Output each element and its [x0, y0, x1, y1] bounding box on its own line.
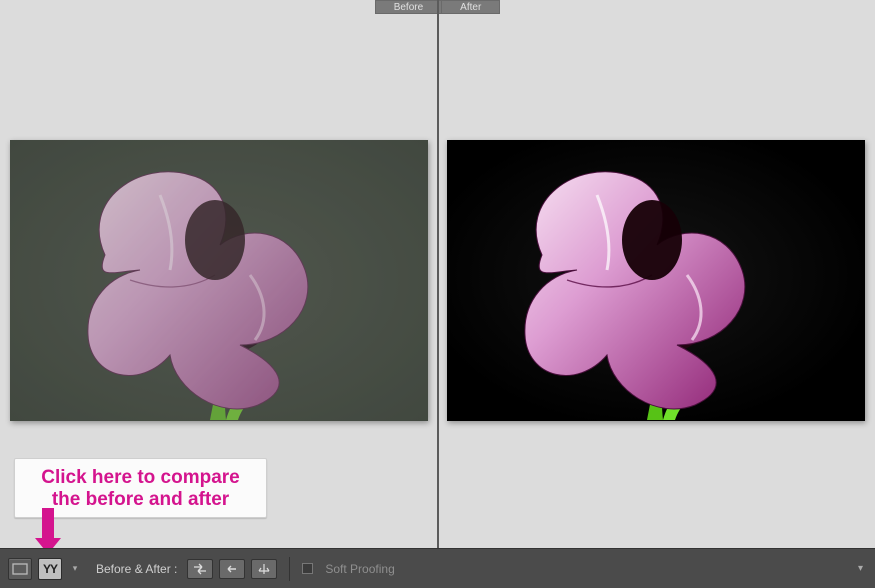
soft-proofing-checkbox[interactable] [302, 563, 313, 574]
swap-arrows-icon [192, 563, 208, 575]
toolbar-separator [289, 557, 290, 581]
image-before [10, 140, 428, 421]
loupe-view-button[interactable] [8, 558, 32, 580]
copy-before-settings-button[interactable] [219, 559, 245, 579]
tab-after[interactable]: After [442, 0, 500, 14]
before-after-label: Before & After : [96, 562, 177, 576]
image-after [447, 140, 865, 421]
loupe-icon [12, 563, 28, 575]
pane-divider [437, 0, 439, 548]
copy-after-settings-button[interactable] [251, 559, 277, 579]
toolbar-more-button[interactable]: ▾ [858, 563, 867, 574]
soft-proofing-label: Soft Proofing [325, 562, 394, 576]
balance-icon [256, 563, 272, 575]
copy-left-icon [224, 563, 240, 575]
view-mode-menu-button[interactable]: ▾ [68, 558, 82, 580]
tab-before[interactable]: Before [375, 0, 442, 14]
instruction-text: Click here to compare the before and aft… [25, 467, 256, 511]
compare-icon: YY [41, 562, 59, 576]
swap-before-after-button[interactable] [187, 559, 213, 579]
compare-view-button[interactable]: YY [38, 558, 62, 580]
bottom-toolbar: YY ▾ Before & After : Soft Proofing ▾ [0, 548, 875, 588]
